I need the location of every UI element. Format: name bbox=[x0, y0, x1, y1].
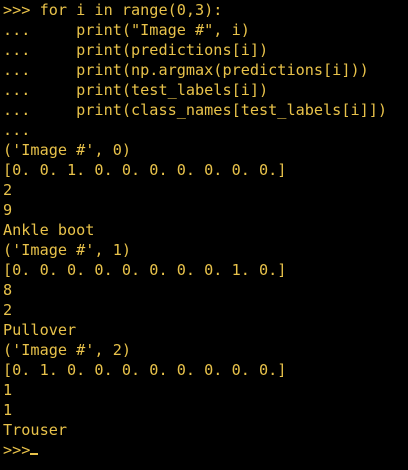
terminal-line: 2 bbox=[3, 301, 13, 319]
terminal-line: 1 bbox=[3, 401, 13, 419]
terminal-line: ('Image #', 1) bbox=[3, 241, 132, 259]
text-cursor bbox=[30, 453, 39, 455]
prompt-text: >>> bbox=[3, 441, 31, 459]
terminal-line: ... print(test_labels[i]) bbox=[3, 81, 269, 99]
terminal-line: ('Image #', 2) bbox=[3, 341, 132, 359]
terminal-line: Pullover bbox=[3, 321, 77, 339]
terminal-line: 2 bbox=[3, 181, 13, 199]
terminal-line: 9 bbox=[3, 201, 13, 219]
terminal-line: [0. 1. 0. 0. 0. 0. 0. 0. 0. 0.] bbox=[3, 361, 287, 379]
terminal-line: Ankle boot bbox=[3, 221, 95, 239]
terminal-line: ('Image #', 0) bbox=[3, 141, 132, 159]
terminal-line: ... print(predictions[i]) bbox=[3, 41, 269, 59]
terminal-window[interactable]: >>> for i in range(0,3): ... print("Imag… bbox=[0, 0, 408, 470]
terminal-line: ... bbox=[3, 121, 31, 139]
terminal-line: 8 bbox=[3, 281, 13, 299]
terminal-line: [0. 0. 1. 0. 0. 0. 0. 0. 0. 0.] bbox=[3, 161, 287, 179]
terminal-line: ... print(class_names[test_labels[i]]) bbox=[3, 101, 388, 119]
terminal-line: ... print(np.argmax(predictions[i])) bbox=[3, 61, 369, 79]
terminal-line: ... print("Image #", i) bbox=[3, 21, 250, 39]
terminal-line: [0. 0. 0. 0. 0. 0. 0. 0. 1. 0.] bbox=[3, 261, 287, 279]
terminal-line: Trouser bbox=[3, 421, 68, 439]
terminal-line: 1 bbox=[3, 381, 13, 399]
terminal-line: >>> for i in range(0,3): bbox=[3, 1, 223, 19]
prompt-line[interactable]: >>> bbox=[3, 440, 408, 460]
